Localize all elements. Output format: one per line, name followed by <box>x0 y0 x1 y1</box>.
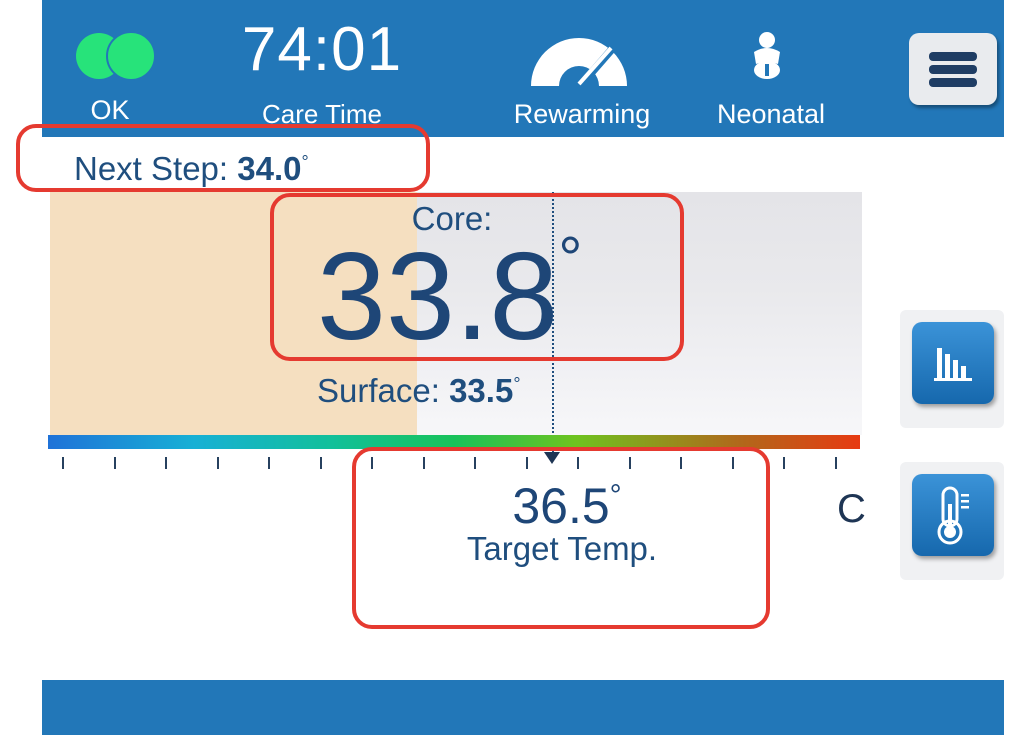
highlight-target-temperature <box>352 447 770 629</box>
highlight-next-step <box>16 124 430 192</box>
surface-degree: ° <box>513 374 521 394</box>
scale-tick <box>783 457 785 469</box>
temperature-unit: C <box>837 487 866 531</box>
scale-tick <box>165 457 167 469</box>
hamburger-menu-icon <box>929 52 977 61</box>
header-bar: OK 74:01 Care Time Rewarming Neonatal <box>42 0 1004 137</box>
bar-chart-icon <box>934 348 972 381</box>
status-label: OK <box>90 95 130 125</box>
thermometer-button[interactable] <box>912 474 994 556</box>
scale-tick <box>268 457 270 469</box>
menu-button[interactable] <box>909 33 997 105</box>
chart-button[interactable] <box>912 322 994 404</box>
surface-label: Surface: <box>317 372 440 409</box>
neonatal-baby-icon[interactable] <box>748 30 786 82</box>
scale-tick <box>62 457 64 469</box>
scale-tick <box>113 457 116 469</box>
care-time-value: 74:01 <box>241 15 403 84</box>
mode-label: Rewarming <box>513 99 651 129</box>
scale-tick <box>216 457 219 469</box>
patient-type-label: Neonatal <box>716 99 826 129</box>
surface-temperature: Surface: 33.5° <box>317 372 521 410</box>
hamburger-menu-icon-bar <box>929 78 977 87</box>
thermometer-icon <box>937 486 969 545</box>
surface-value: 33.5 <box>449 372 514 409</box>
status-dot-right <box>106 31 156 81</box>
status-indicator-icon[interactable] <box>76 31 156 81</box>
scale-tick <box>319 457 322 469</box>
rewarming-gauge-icon[interactable] <box>527 38 631 88</box>
hamburger-menu-icon-bar <box>929 65 977 74</box>
highlight-core-temperature <box>270 193 684 361</box>
scale-tick <box>834 457 837 469</box>
footer-bar <box>42 680 1004 735</box>
